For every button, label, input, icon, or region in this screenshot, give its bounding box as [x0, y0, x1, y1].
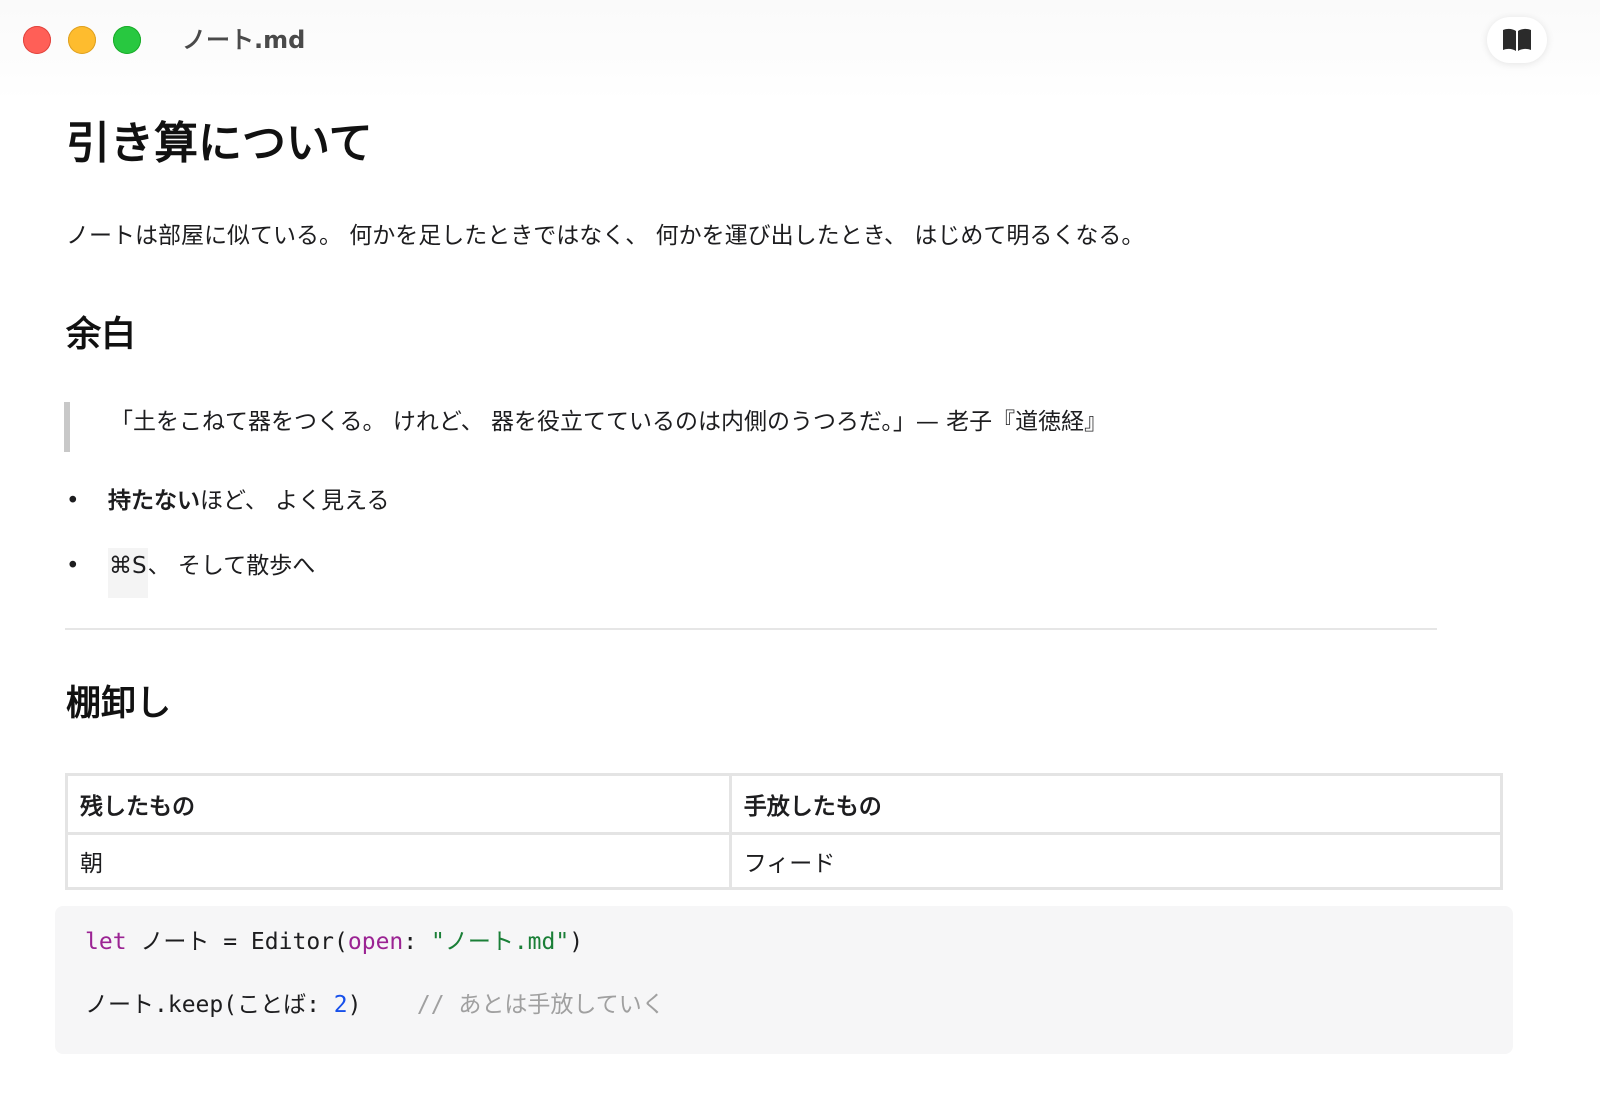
bullet-marker: •	[66, 488, 80, 514]
list-item-text: 、 そして散歩へ	[147, 553, 316, 579]
code-string: "ノート.md"	[430, 929, 570, 955]
code-text: )	[569, 929, 584, 955]
code-comment: // あとは手放していく	[361, 992, 665, 1018]
code-line: let ノート = Editor(open: "ノート.md")	[85, 924, 583, 960]
code-block: let ノート = Editor(open: "ノート.md") ノート.kee…	[55, 906, 1513, 1054]
window-title: ノート.md	[182, 26, 306, 54]
table-header-row: 残したもの 手放したもの	[65, 773, 1504, 835]
table-header-kept: 残したもの	[65, 773, 732, 835]
title-bar: ノート.md	[0, 0, 1600, 100]
book-open-icon	[1503, 28, 1531, 51]
code-text: ノート = Editor(	[126, 929, 348, 955]
horizontal-rule	[65, 628, 1437, 630]
close-window-button[interactable]	[23, 26, 51, 54]
table-cell: 朝	[65, 832, 732, 890]
list-item-text: ほど、 よく見える	[200, 488, 390, 514]
minimize-window-button[interactable]	[68, 26, 96, 54]
document-title: 引き算について	[66, 118, 373, 169]
inventory-table: 残したもの 手放したもの 朝 フィード	[65, 773, 1504, 890]
section-heading-inventory: 棚卸し	[66, 684, 172, 724]
code-keyword: let	[85, 929, 127, 955]
blockquote: 「土をこねて器をつくる。 けれど、 器を役立てているのは内側のうつろだ。」— 老…	[64, 402, 1370, 452]
code-text: :	[403, 929, 431, 955]
code-param: open	[347, 929, 404, 955]
intro-paragraph: ノートは部屋に似ている。 何かを足したときではなく、 何かを運び出したとき、 は…	[66, 223, 1145, 249]
reader-mode-button[interactable]	[1487, 17, 1547, 63]
inline-code-shortcut: ⌘S	[108, 548, 148, 598]
table-row: 朝 フィード	[65, 832, 1504, 890]
code-line: ノート.keep(ことば: 2) // あとは手放していく	[85, 987, 665, 1023]
code-text: ノート.keep(ことば:	[85, 992, 334, 1018]
code-number: 2	[333, 992, 348, 1018]
table-header-released: 手放したもの	[728, 773, 1504, 835]
zoom-window-button[interactable]	[113, 26, 141, 54]
quote-text: 「土をこねて器をつくる。 けれど、 器を役立てているのは内側のうつろだ。」— 老…	[110, 409, 1108, 435]
section-heading-margin: 余白	[66, 315, 137, 355]
bold-text: 持たない	[108, 488, 200, 514]
code-text: )	[347, 992, 362, 1018]
bullet-marker: •	[66, 553, 80, 579]
table-cell: フィード	[728, 832, 1504, 890]
